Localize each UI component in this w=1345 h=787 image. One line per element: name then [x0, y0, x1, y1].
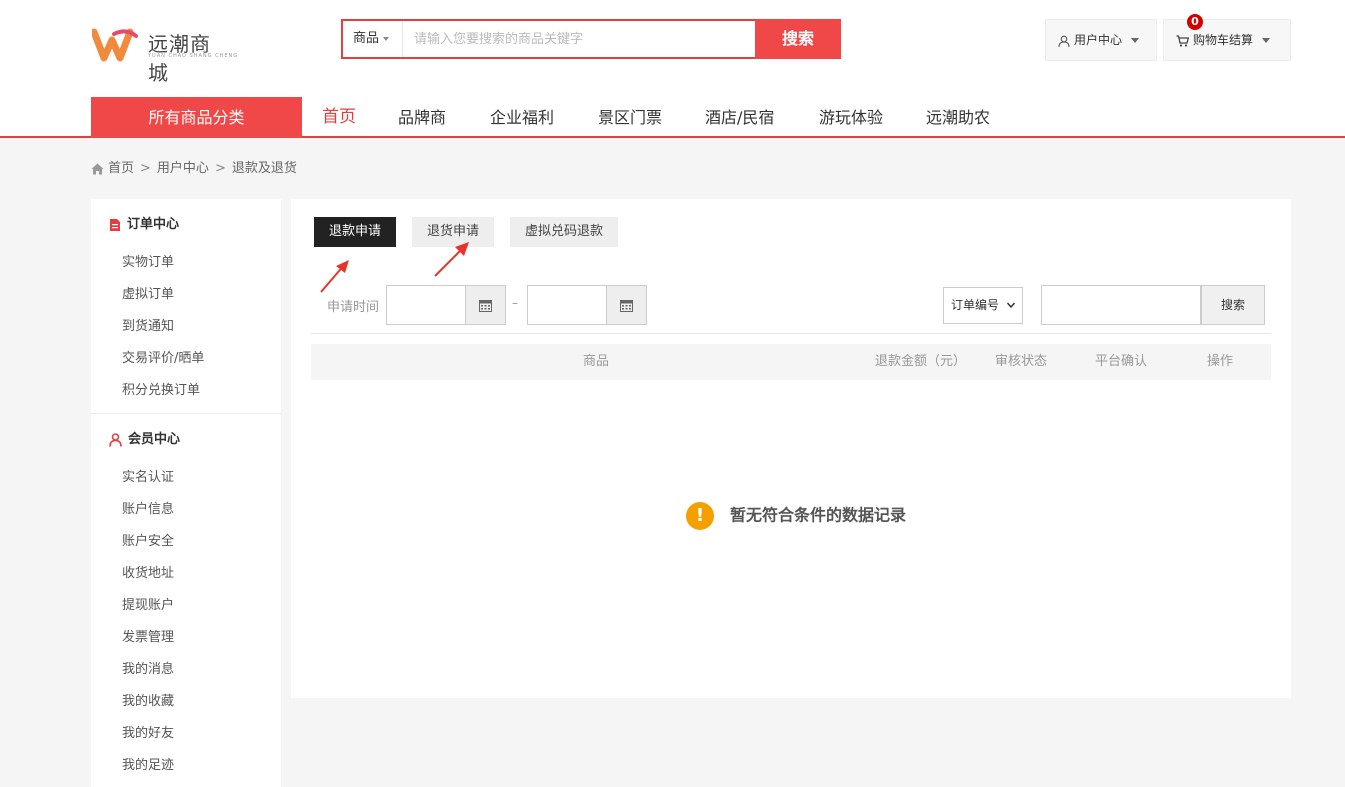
column-header-refund-amount: 退款金额（元） [875, 354, 967, 369]
member-user-icon [109, 432, 122, 447]
end-date-field[interactable] [527, 285, 647, 325]
table-header: 商品 退款金额（元） 审核状态 平台确认 操作 [311, 344, 1271, 380]
breadcrumb: 首页 > 用户中心 > 退款及退货 [91, 160, 297, 178]
breadcrumb-separator: > [140, 161, 151, 176]
keyword-input[interactable] [1041, 285, 1201, 325]
sidebar-item-withdraw-account[interactable]: 提现账户 [122, 594, 174, 613]
sidebar-item-virtual-orders[interactable]: 虚拟订单 [122, 283, 174, 302]
brand-logo[interactable]: 远潮商城 YUAN CHAO SHANG CHENG [90, 24, 237, 85]
brand-subtitle: YUAN CHAO SHANG CHENG [148, 53, 239, 59]
search-field-select[interactable]: 订单编号 [943, 287, 1023, 324]
sidebar-item-invoices[interactable]: 发票管理 [122, 626, 174, 645]
order-doc-icon [110, 218, 120, 231]
logo-mark-icon [90, 28, 138, 62]
main-panel: 退款申请 退货申请 虚拟兑码退款 申请时间 – 订单编号 搜索 商品 退款金额（… [291, 199, 1291, 698]
column-header-actions: 操作 [1207, 354, 1234, 369]
sidebar-item-reviews[interactable]: 交易评价/晒单 [122, 347, 204, 366]
tab-virtual-code-refund[interactable]: 虚拟兑码退款 [510, 217, 619, 247]
home-icon [91, 163, 104, 175]
date-range-separator: – [512, 296, 518, 310]
nav-item-home[interactable]: 首页 [322, 97, 356, 138]
nav-item-brands[interactable]: 品牌商 [398, 97, 446, 138]
annotation-arrow-icon [320, 260, 349, 293]
search-button[interactable]: 搜索 [755, 19, 841, 59]
empty-state: 暂无符合条件的数据记录 [686, 501, 907, 530]
chevron-down-icon [1006, 302, 1016, 309]
sidebar: 订单中心 实物订单 虚拟订单 到货通知 交易评价/晒单 积分兑换订单 会员中心 … [91, 199, 281, 787]
nav-item-scenic-tickets[interactable]: 景区门票 [598, 97, 662, 138]
cart-label: 购物车结算 [1193, 33, 1254, 47]
site-header: 远潮商城 YUAN CHAO SHANG CHENG 商品 搜索 用户中心 0 … [0, 0, 1345, 138]
search-bar: 商品 搜索 [341, 19, 841, 59]
cart-button[interactable]: 0 购物车结算 [1163, 14, 1291, 61]
caret-down-icon [383, 36, 390, 41]
search-category-label: 商品 [353, 31, 380, 46]
column-header-review-status: 审核状态 [995, 354, 1048, 369]
caret-down-icon [1131, 38, 1139, 43]
column-header-product: 商品 [583, 354, 610, 369]
sidebar-item-account-info[interactable]: 账户信息 [122, 498, 174, 517]
breadcrumb-current: 退款及退货 [231, 161, 297, 176]
user-icon [1058, 35, 1070, 47]
cart-count-badge: 0 [1187, 14, 1203, 30]
sidebar-group-member: 会员中心 [109, 428, 180, 447]
nav-item-agriculture[interactable]: 远潮助农 [926, 97, 990, 138]
sidebar-item-messages[interactable]: 我的消息 [122, 658, 174, 677]
breadcrumb-home[interactable]: 首页 [108, 160, 134, 178]
sidebar-group-title: 订单中心 [127, 217, 180, 232]
sidebar-group-title: 会员中心 [128, 432, 181, 447]
user-center-button[interactable]: 用户中心 [1045, 19, 1157, 61]
user-center-label: 用户中心 [1074, 33, 1123, 47]
apply-time-label: 申请时间 [327, 300, 380, 315]
sidebar-item-real-name[interactable]: 实名认证 [122, 466, 174, 485]
sidebar-item-points-orders[interactable]: 积分兑换订单 [122, 379, 200, 398]
sidebar-item-physical-orders[interactable]: 实物订单 [122, 251, 174, 270]
all-categories-button[interactable]: 所有商品分类 [91, 97, 302, 138]
start-date-field[interactable] [386, 285, 506, 325]
empty-state-message: 暂无符合条件的数据记录 [730, 505, 907, 525]
warning-icon [686, 501, 714, 530]
filter-divider [311, 333, 1271, 334]
sidebar-item-arrival-notice[interactable]: 到货通知 [122, 315, 174, 334]
annotation-arrow-icon [434, 242, 469, 277]
nav-item-hotels[interactable]: 酒店/民宿 [705, 97, 774, 138]
sidebar-group-orders: 订单中心 [109, 213, 179, 232]
calendar-icon[interactable] [465, 286, 505, 324]
nav-item-experiences[interactable]: 游玩体验 [819, 97, 883, 138]
calendar-icon[interactable] [606, 286, 646, 324]
sidebar-item-favorites[interactable]: 我的收藏 [122, 690, 174, 709]
search-field-select-value: 订单编号 [951, 298, 1000, 312]
breadcrumb-user-center[interactable]: 用户中心 [157, 160, 209, 178]
sidebar-item-friends[interactable]: 我的好友 [122, 722, 174, 741]
filter-search-button[interactable]: 搜索 [1201, 285, 1265, 325]
sidebar-item-footprints[interactable]: 我的足迹 [122, 754, 174, 773]
column-header-platform-confirm: 平台确认 [1095, 354, 1148, 369]
breadcrumb-separator: > [214, 161, 226, 176]
sidebar-item-account-security[interactable]: 账户安全 [122, 530, 174, 549]
tab-refund-request[interactable]: 退款申请 [314, 217, 397, 247]
caret-down-icon [1262, 38, 1270, 43]
nav-item-enterprise-benefits[interactable]: 企业福利 [490, 97, 554, 138]
sidebar-item-addresses[interactable]: 收货地址 [122, 562, 174, 581]
search-input[interactable] [404, 21, 756, 57]
cart-icon [1176, 34, 1189, 47]
sidebar-divider [91, 413, 281, 414]
search-category-select[interactable]: 商品 [343, 21, 403, 57]
